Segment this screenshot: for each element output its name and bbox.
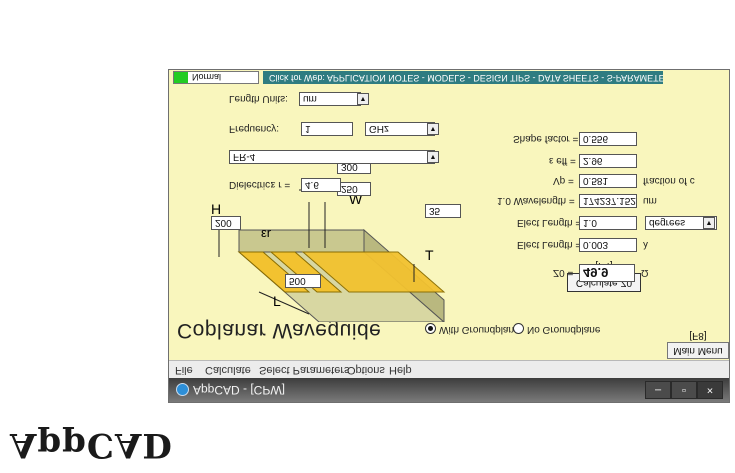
cpw-cross-section-diagram: G W H T L εr — [211, 179, 446, 322]
elect-length-lambda-value: 0.003 — [579, 238, 637, 252]
wavelength-label: 1.0 Wavelength = — [497, 195, 575, 206]
normal-tab[interactable]: Normal — [173, 71, 259, 84]
menu-calculate[interactable]: Calculate — [205, 364, 251, 376]
elect-length-deg-label: Elect Length = — [517, 217, 582, 228]
lambda-unit: λ — [643, 239, 648, 250]
menu-select-parameters[interactable]: Select Parameters — [259, 364, 349, 376]
z0-label: Z0 = — [553, 267, 574, 278]
e-eff-label: ε eff = — [549, 155, 576, 166]
thickness-t-field[interactable]: 35 — [425, 204, 461, 218]
wavelength-value: 174237.152 — [579, 194, 637, 208]
chevron-down-icon[interactable]: ▼ — [427, 151, 439, 163]
ohm-unit: Ω — [641, 267, 649, 278]
dielectric-label: Dielectric: — [229, 179, 273, 190]
menu-help[interactable]: Help — [389, 364, 412, 376]
dim-label-l: L — [273, 293, 281, 309]
width-w-field[interactable]: 250 — [337, 182, 371, 196]
minimize-button[interactable]: – — [645, 381, 671, 399]
elect-length-deg-input[interactable]: 1.0 — [579, 216, 637, 230]
elect-length-lambda-label: Elect Length = — [517, 239, 582, 250]
maximize-button[interactable]: ▫ — [671, 381, 697, 399]
with-groundplane-radio[interactable] — [425, 323, 436, 334]
e-eff-value: 2.96 — [579, 154, 637, 168]
vp-value: 0.581 — [579, 174, 637, 188]
material-select[interactable]: FR-4 — [229, 150, 435, 164]
dim-label-t: T — [425, 247, 434, 263]
status-indicator — [174, 72, 188, 83]
length-units-label: Length Units: — [229, 93, 288, 104]
length-l-field[interactable]: 500 — [285, 274, 321, 288]
frequency-input[interactable]: 1 — [301, 122, 353, 136]
main-menu-button[interactable]: Main Menu [F8] — [667, 330, 729, 359]
chevron-down-icon[interactable]: ▼ — [357, 93, 369, 105]
no-groundplane-label: No Groundplane — [527, 324, 601, 335]
epsilon-r-label: ε r = — [271, 179, 291, 190]
close-button[interactable]: × — [697, 381, 723, 399]
menu-file[interactable]: File — [175, 364, 193, 376]
vp-label: Vp = — [553, 175, 574, 186]
z0-value: 49.9 — [579, 264, 635, 282]
title-bar[interactable]: AppCAD - [CPW] – ▫ × — [169, 378, 729, 402]
no-groundplane-radio[interactable] — [513, 323, 524, 334]
dim-label-h: H — [211, 201, 221, 217]
frequency-unit-select[interactable]: GHz — [365, 122, 435, 136]
vp-unit: fraction of c — [643, 175, 695, 186]
frequency-label: Frequency: — [229, 123, 280, 134]
menu-bar: File Calculate Select Parameters Options… — [169, 360, 729, 378]
height-h-field[interactable]: 200 — [211, 216, 241, 230]
shape-factor-value: 0.556 — [579, 132, 637, 146]
app-icon — [176, 383, 189, 396]
epsilon-r-input[interactable]: 4.6 — [301, 178, 341, 192]
web-links-tab[interactable]: Click for Web: APPLICATION NOTES - MODEL… — [263, 71, 663, 84]
brand-title: AppCAD — [10, 425, 173, 465]
window-title: AppCAD - [CPW] — [193, 383, 286, 397]
shape-factor-label: Shape factor = — [513, 133, 579, 144]
length-units-select[interactable]: um — [299, 92, 361, 106]
with-groundplane-label: With Groundplane — [439, 324, 520, 335]
dim-label-er: εr — [261, 225, 272, 240]
chevron-down-icon[interactable]: ▼ — [427, 123, 439, 135]
menu-options[interactable]: Options — [347, 364, 385, 376]
wavelength-unit: um — [643, 195, 657, 206]
appcad-window: AppCAD - [CPW] – ▫ × File Calculate Sele… — [168, 69, 730, 403]
chevron-down-icon[interactable]: ▼ — [703, 217, 715, 229]
